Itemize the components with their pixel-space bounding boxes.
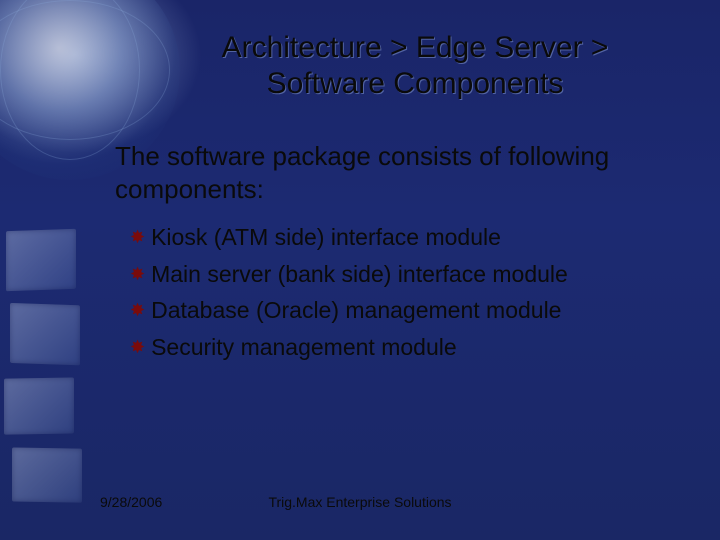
bullet-text: Main server (bank side) interface module [151,257,568,292]
list-item: ✸ Main server (bank side) interface modu… [130,257,660,292]
bullet-list: ✸ Kiosk (ATM side) interface module ✸ Ma… [130,220,660,366]
list-item: ✸ Kiosk (ATM side) interface module [130,220,660,255]
list-item: ✸ Database (Oracle) management module [130,293,660,328]
bullet-text: Kiosk (ATM side) interface module [151,220,501,255]
bullet-text: Database (Oracle) management module [151,293,561,328]
slide: Architecture > Edge Server > Software Co… [0,0,720,540]
side-thumbnail-strip [0,200,90,540]
decorative-thumb [10,303,80,365]
intro-text: The software package consists of followi… [115,140,660,205]
footer-org: Trig.Max Enterprise Solutions [0,494,720,510]
bullet-icon: ✸ [130,330,145,364]
bullet-icon: ✸ [130,257,145,291]
bullet-text: Security management module [151,330,457,365]
list-item: ✸ Security management module [130,330,660,365]
decorative-thumb [6,229,76,291]
bullet-icon: ✸ [130,293,145,327]
decorative-thumb [4,377,74,434]
bullet-icon: ✸ [130,220,145,254]
slide-title: Architecture > Edge Server > Software Co… [170,30,660,102]
